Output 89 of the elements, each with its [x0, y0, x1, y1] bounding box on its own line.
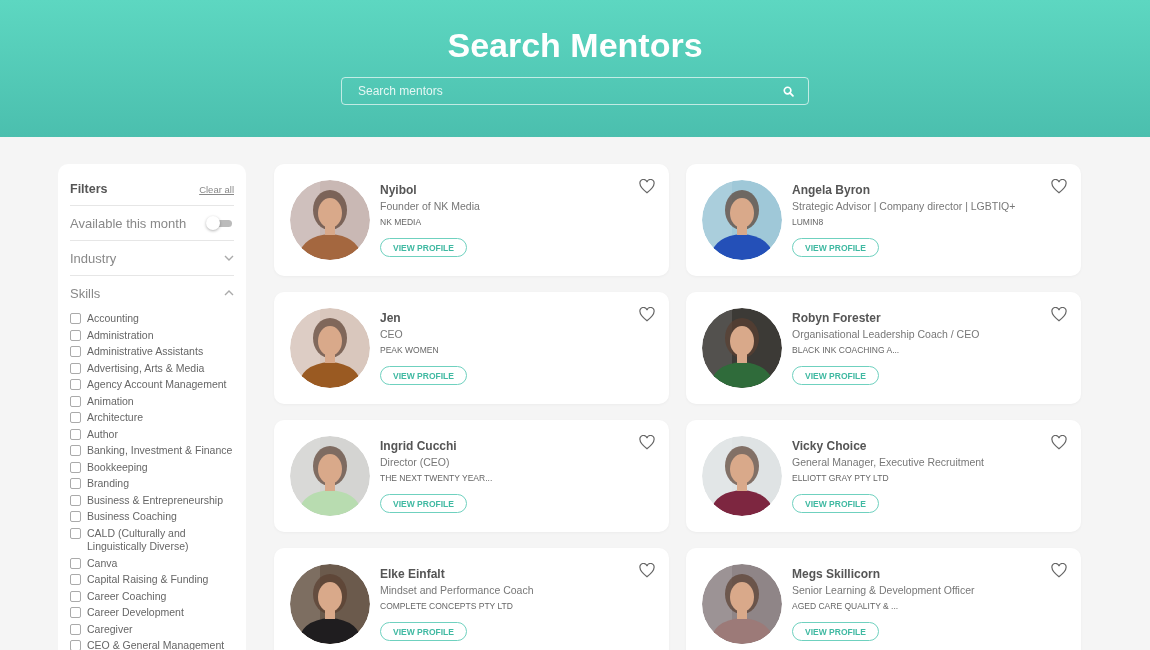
heart-icon[interactable]: [639, 179, 655, 194]
mentor-company: PEAK WOMEN: [380, 345, 439, 356]
checkbox-label: Capital Raising & Funding: [87, 573, 209, 587]
view-profile-button[interactable]: VIEW PROFILE: [792, 366, 879, 385]
mentor-name: Ingrid Cucchi: [380, 439, 457, 454]
heart-icon[interactable]: [1051, 179, 1067, 194]
checkbox-label: Architecture: [87, 411, 144, 425]
view-profile-button[interactable]: VIEW PROFILE: [792, 494, 879, 513]
checkbox-label: Career Development: [87, 606, 184, 620]
checkbox[interactable]: [70, 607, 81, 618]
checkbox[interactable]: [70, 557, 81, 569]
checkbox[interactable]: [70, 574, 81, 585]
checkbox-label: Agency Account Management: [87, 378, 227, 392]
filter-section-header[interactable]: Skills: [70, 285, 101, 301]
view-profile-button[interactable]: VIEW PROFILE: [792, 238, 879, 257]
checkbox[interactable]: [70, 445, 81, 456]
view-profile-button[interactable]: VIEW PROFILE: [380, 494, 467, 513]
checkbox[interactable]: [70, 640, 81, 650]
checkbox-label: Banking, Investment & Finance: [87, 444, 233, 458]
mentor-company: AGED CARE QUALITY & ...: [792, 601, 899, 612]
checkbox[interactable]: [70, 412, 81, 423]
checkbox[interactable]: [70, 362, 81, 374]
checkbox[interactable]: [70, 527, 81, 539]
checkbox[interactable]: [70, 313, 81, 324]
mentor-role: CEO: [380, 328, 403, 341]
checkbox[interactable]: [70, 623, 81, 635]
search-icon[interactable]: [783, 86, 794, 97]
mentor-company: NK MEDIA: [380, 217, 422, 228]
filters-title: Filters: [70, 182, 108, 196]
mentor-name: Angela Byron: [792, 183, 870, 198]
view-profile-button[interactable]: VIEW PROFILE: [380, 622, 467, 641]
checkbox[interactable]: [70, 395, 81, 407]
checkbox-label: Accounting: [87, 312, 139, 326]
checkbox-label: Advertising, Arts & Media: [87, 361, 205, 375]
mentor-role: Strategic Advisor | Company director | LGBTIQ+: [792, 200, 1016, 213]
heart-icon[interactable]: [639, 435, 655, 450]
mentor-company: BLACK INK COACHING A...: [792, 345, 900, 356]
checkbox-label: Career Coaching: [87, 589, 167, 603]
checkbox-label: Author: [87, 427, 118, 441]
heart-icon[interactable]: [639, 563, 655, 578]
mentor-name: Robyn Forester: [792, 311, 881, 326]
view-profile-button[interactable]: VIEW PROFILE: [380, 238, 467, 257]
page-title: Search Mentors: [447, 25, 703, 66]
checkbox-label: Bookkeeping: [87, 460, 148, 474]
checkbox[interactable]: [70, 511, 81, 522]
checkbox-label: CALD (Culturally and Linguistically Diverse): [87, 526, 190, 554]
heart-icon[interactable]: [639, 307, 655, 322]
checkbox-label: Administration: [87, 328, 154, 342]
checkbox[interactable]: [70, 461, 81, 473]
checkbox-label: Branding: [87, 477, 130, 491]
clear-all-link[interactable]: Clear all: [199, 183, 234, 195]
checkbox-label: Animation: [87, 394, 134, 408]
checkbox[interactable]: [70, 494, 81, 506]
checkbox-label: Administrative Assistants: [87, 345, 204, 359]
search-field[interactable]: Search mentors: [341, 77, 809, 105]
mentor-role: Mindset and Performance Coach: [380, 584, 534, 597]
checkbox-label: Canva: [87, 556, 118, 570]
mentor-name: Jen: [380, 311, 401, 326]
heart-icon[interactable]: [1051, 563, 1067, 578]
mentor-name: Nyibol: [380, 183, 417, 198]
checkbox[interactable]: [70, 590, 81, 602]
checkbox-label: Business Coaching: [87, 510, 177, 524]
mentor-role: Senior Learning & Development Officer: [792, 584, 975, 597]
filter-section-header[interactable]: Industry: [70, 250, 117, 266]
checkbox-label: Caregiver: [87, 622, 133, 636]
checkbox-label: Business & Entrepreneurship: [87, 493, 223, 507]
mentor-name: Elke Einfalt: [380, 567, 445, 582]
mentor-role: Organisational Leadership Coach / CEO: [792, 328, 980, 341]
chevron-down-icon[interactable]: [224, 255, 234, 261]
mentor-name: Vicky Choice: [792, 439, 867, 454]
checkbox[interactable]: [70, 428, 81, 440]
mentor-company: ELLIOTT GRAY PTY LTD: [792, 473, 889, 484]
mentor-role: Director (CEO): [380, 456, 450, 469]
view-profile-button[interactable]: VIEW PROFILE: [792, 622, 879, 641]
mentor-company: THE NEXT TWENTY YEAR...: [380, 473, 493, 484]
checkbox[interactable]: [70, 478, 81, 489]
heart-icon[interactable]: [1051, 307, 1067, 322]
mentor-role: Founder of NK Media: [380, 200, 480, 213]
mentor-company: COMPLETE CONCEPTS PTY LTD: [380, 601, 513, 612]
checkbox[interactable]: [70, 379, 81, 390]
mentor-name: Megs Skillicorn: [792, 567, 881, 582]
chevron-up-icon[interactable]: [224, 290, 234, 296]
mentor-role: General Manager, Executive Recruitment: [792, 456, 984, 469]
filter-label: Available this month: [70, 215, 187, 231]
checkbox[interactable]: [70, 346, 81, 357]
view-profile-button[interactable]: VIEW PROFILE: [380, 366, 467, 385]
heart-icon[interactable]: [1051, 435, 1067, 450]
checkbox[interactable]: [70, 329, 81, 341]
mentor-company: LUMIN8: [792, 217, 824, 228]
